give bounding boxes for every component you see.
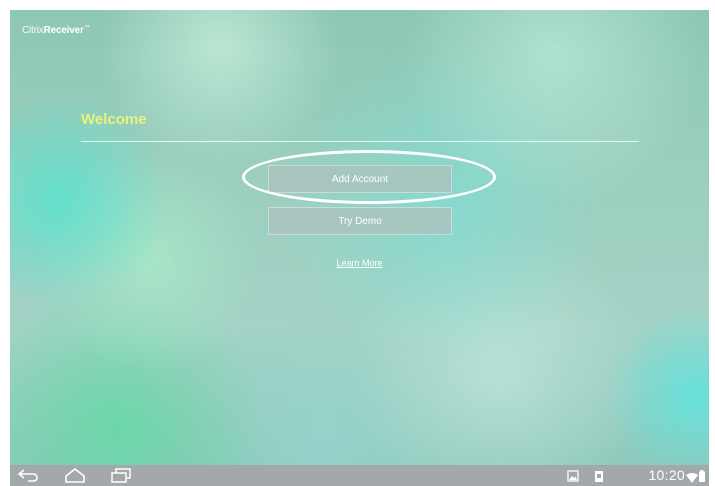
download-notification-icon: [593, 469, 605, 486]
wifi-icon: [686, 470, 698, 486]
learn-more-link-wrap: Learn More: [10, 258, 709, 268]
gallery-notification-icon: [567, 469, 579, 486]
recent-apps-icon[interactable]: [108, 467, 134, 486]
welcome-title: Welcome: [81, 111, 147, 128]
brand-trademark: ™: [83, 25, 90, 31]
home-icon[interactable]: [62, 467, 88, 486]
learn-more-link[interactable]: Learn More: [336, 258, 382, 268]
highlight-ellipse: [242, 150, 496, 204]
battery-icon: [699, 469, 705, 486]
welcome-divider: [81, 141, 639, 142]
brand-citrix: Citrix: [22, 25, 44, 36]
back-icon[interactable]: [16, 467, 42, 486]
citrix-receiver-logo: CitrixReceiver™: [22, 25, 90, 36]
system-nav-bar: 10:20: [10, 465, 709, 486]
app-screen: CitrixReceiver™ Welcome Add Account Try …: [10, 10, 709, 465]
brand-receiver: Receiver: [43, 25, 84, 36]
try-demo-button[interactable]: Try Demo: [268, 207, 452, 235]
status-clock: 10:20: [648, 467, 685, 483]
